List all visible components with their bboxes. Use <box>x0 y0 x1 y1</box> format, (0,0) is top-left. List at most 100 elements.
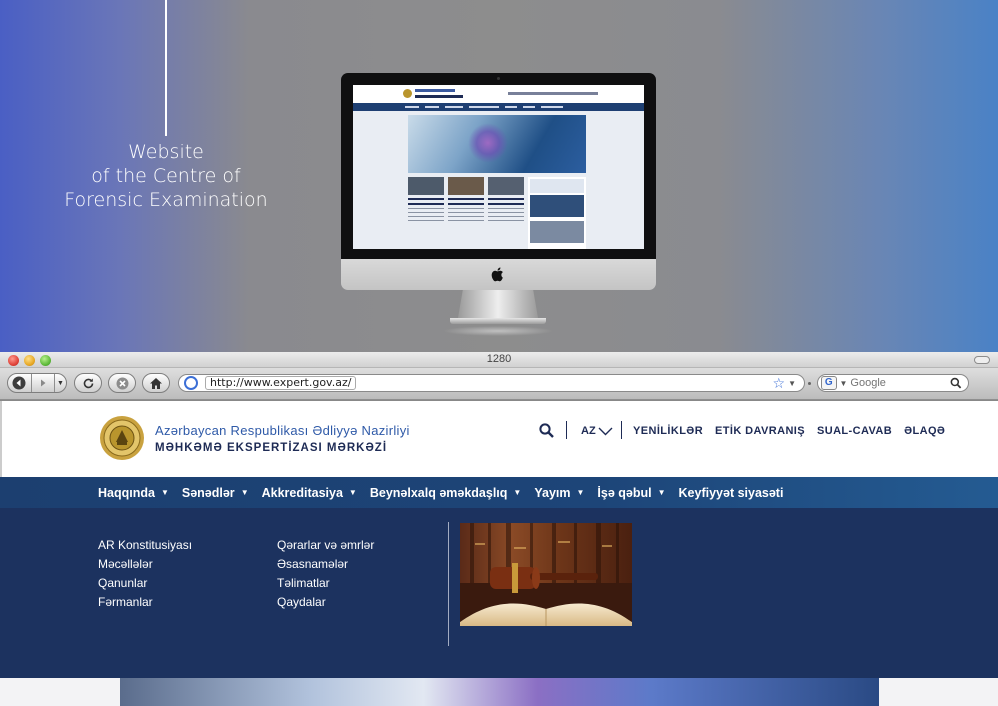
thumbnail-subtitle <box>415 95 463 98</box>
thumbnail-hero-image <box>408 115 586 173</box>
nav-item-label: Keyfiyyət siyasəti <box>678 485 784 500</box>
hero-caption: Website of the Centre of Forensic Examin… <box>60 140 272 212</box>
thumbnail-logo <box>403 89 412 98</box>
hero-banner-image <box>120 678 879 706</box>
home-icon <box>150 377 162 389</box>
imac-stand <box>458 290 538 318</box>
nav-item-label: Akkreditasiya <box>261 485 343 500</box>
nav-item-3[interactable]: Beynəlxalq əməkdaşlıq ▼ <box>370 477 522 508</box>
language-label: AZ <box>581 425 596 437</box>
forward-arrow-icon <box>40 379 46 387</box>
hero-caption-line: of the Centre of <box>91 165 241 187</box>
decorative-line <box>165 0 167 136</box>
hero-caption-line: Forensic Examination <box>64 189 268 211</box>
centre-name[interactable]: MƏHKƏMƏ EKSPERTİZASI MƏRKƏZİ <box>155 442 387 454</box>
bookmark-star-icon[interactable]: ☆ <box>773 375 786 392</box>
back-button[interactable] <box>8 374 31 392</box>
nav-item-label: İşə qəbul <box>597 485 652 500</box>
caret-down-icon: ▼ <box>657 488 666 497</box>
gavel-book-image <box>460 523 632 626</box>
menu-item-statutes[interactable]: Əsasnamələr <box>277 557 374 572</box>
search-input[interactable] <box>850 377 951 389</box>
top-link-contact[interactable]: ƏLAQƏ <box>904 425 945 437</box>
header-divider <box>566 421 567 439</box>
search-icon[interactable] <box>950 377 962 389</box>
menu-item-decrees[interactable]: Fərmanlar <box>98 595 192 610</box>
menu-item-laws[interactable]: Qanunlar <box>98 576 192 591</box>
thumbnail-header <box>353 85 644 103</box>
thumbnail-news-item <box>408 177 444 247</box>
engine-dropdown-icon[interactable]: ▼ <box>840 379 848 388</box>
apple-logo-icon <box>491 267 503 282</box>
nav-items: Haqqında ▼ Sənədlər ▼ Akkreditasiya ▼ Beynəlxa… <box>98 477 796 510</box>
address-bar[interactable]: http://www.expert.gov.az/ ☆ ▼ <box>178 374 805 392</box>
top-links: YENİLİKLƏR ETİK DAVRANIŞ SUAL-CAVAB ƏLAQ… <box>633 425 945 437</box>
reload-button[interactable] <box>74 373 102 393</box>
imac-chin <box>341 259 656 290</box>
imac-screen <box>341 73 656 259</box>
chevron-down-icon: ▼ <box>57 379 64 387</box>
caret-down-icon: ▼ <box>576 488 585 497</box>
home-button[interactable] <box>142 373 170 393</box>
google-engine-icon[interactable]: G <box>821 376 837 390</box>
url-text[interactable]: http://www.expert.gov.az/ <box>205 376 357 390</box>
toolbar-separator <box>808 382 811 385</box>
nav-item-1[interactable]: Sənədlər ▼ <box>181 477 249 510</box>
nav-item-label: Yayım <box>534 485 571 500</box>
nav-item-5[interactable]: İşə qəbul ▼ <box>597 477 665 508</box>
website-thumbnail <box>353 85 644 249</box>
nav-item-0[interactable]: Haqqında ▼ <box>98 477 169 508</box>
forward-button[interactable] <box>30 374 55 392</box>
mega-menu-column: AR Konstitusiyası Məcəllələr Qanunlar Fə… <box>98 538 192 610</box>
back-forward-buttons: ▼ <box>7 373 67 393</box>
mega-menu-divider <box>448 522 449 646</box>
nav-item-label: Beynəlxalq əməkdaşlıq <box>369 485 508 500</box>
thumbnail-title <box>415 89 455 92</box>
imac-mockup <box>341 73 656 336</box>
thumbnail-sidebar <box>528 177 586 249</box>
thumbnail-news-item <box>448 177 484 247</box>
stop-button[interactable] <box>108 373 136 393</box>
caret-down-icon: ▼ <box>513 488 522 497</box>
menu-item-instructions[interactable]: Təlimatlar <box>277 576 374 591</box>
search-bar[interactable]: G ▼ <box>817 374 969 392</box>
thumbnail-links <box>508 92 598 95</box>
nav-item-2[interactable]: Akkreditasiya ▼ <box>262 477 357 508</box>
reload-icon <box>83 378 93 388</box>
ministry-emblem-icon[interactable] <box>99 415 145 461</box>
caret-down-icon: ▼ <box>348 488 357 497</box>
camera-dot <box>497 77 500 80</box>
thumbnail-news-item <box>488 177 524 247</box>
history-dropdown-button[interactable]: ▼ <box>54 374 66 392</box>
window-title: 1280 <box>486 353 512 365</box>
toolbar-toggle-button[interactable] <box>974 356 990 364</box>
url-dropdown-icon[interactable]: ▼ <box>788 379 796 388</box>
top-link-ethics[interactable]: ETİK DAVRANIŞ <box>715 425 805 437</box>
language-selector[interactable]: AZ <box>581 425 613 437</box>
page-content-below <box>0 678 998 706</box>
mega-menu-column: Qərarlar və əmrlər Əsasnamələr Təlimatla… <box>277 538 374 610</box>
menu-item-codes[interactable]: Məcəllələr <box>98 557 192 572</box>
main-navigation: Haqqında ▼ Sənədlər ▼ Akkreditasiya ▼ Beynəlxa… <box>0 477 998 510</box>
thumbnail-nav <box>353 103 644 111</box>
menu-item-constitution[interactable]: AR Konstitusiyası <box>98 538 192 553</box>
nav-item-label: Sənədlər <box>181 485 235 500</box>
browser-titlebar: 1280 <box>0 352 998 368</box>
top-link-faq[interactable]: SUAL-CAVAB <box>817 425 892 437</box>
menu-item-resolutions[interactable]: Qərarlar və əmrlər <box>277 538 374 553</box>
chevron-down-icon <box>598 427 613 435</box>
ministry-name[interactable]: Azərbaycan Respublikası Ədliyyə Nazirliy… <box>155 423 410 438</box>
search-icon[interactable] <box>539 423 554 438</box>
top-link-news[interactable]: YENİLİKLƏR <box>633 425 703 437</box>
caret-down-icon: ▼ <box>240 488 249 497</box>
menu-item-rules[interactable]: Qaydalar <box>277 595 374 610</box>
imac-reflection <box>443 326 553 336</box>
presentation-hero: Website of the Centre of Forensic Examin… <box>0 0 998 352</box>
site-favicon-icon <box>184 376 198 390</box>
imac-base <box>450 318 546 324</box>
hero-caption-line: Website <box>128 141 204 163</box>
nav-item-4[interactable]: Yayım ▼ <box>534 477 584 508</box>
caret-down-icon: ▼ <box>160 488 169 497</box>
back-arrow-icon <box>12 376 26 390</box>
nav-item-6[interactable]: Keyfiyyət siyasəti <box>679 477 784 508</box>
